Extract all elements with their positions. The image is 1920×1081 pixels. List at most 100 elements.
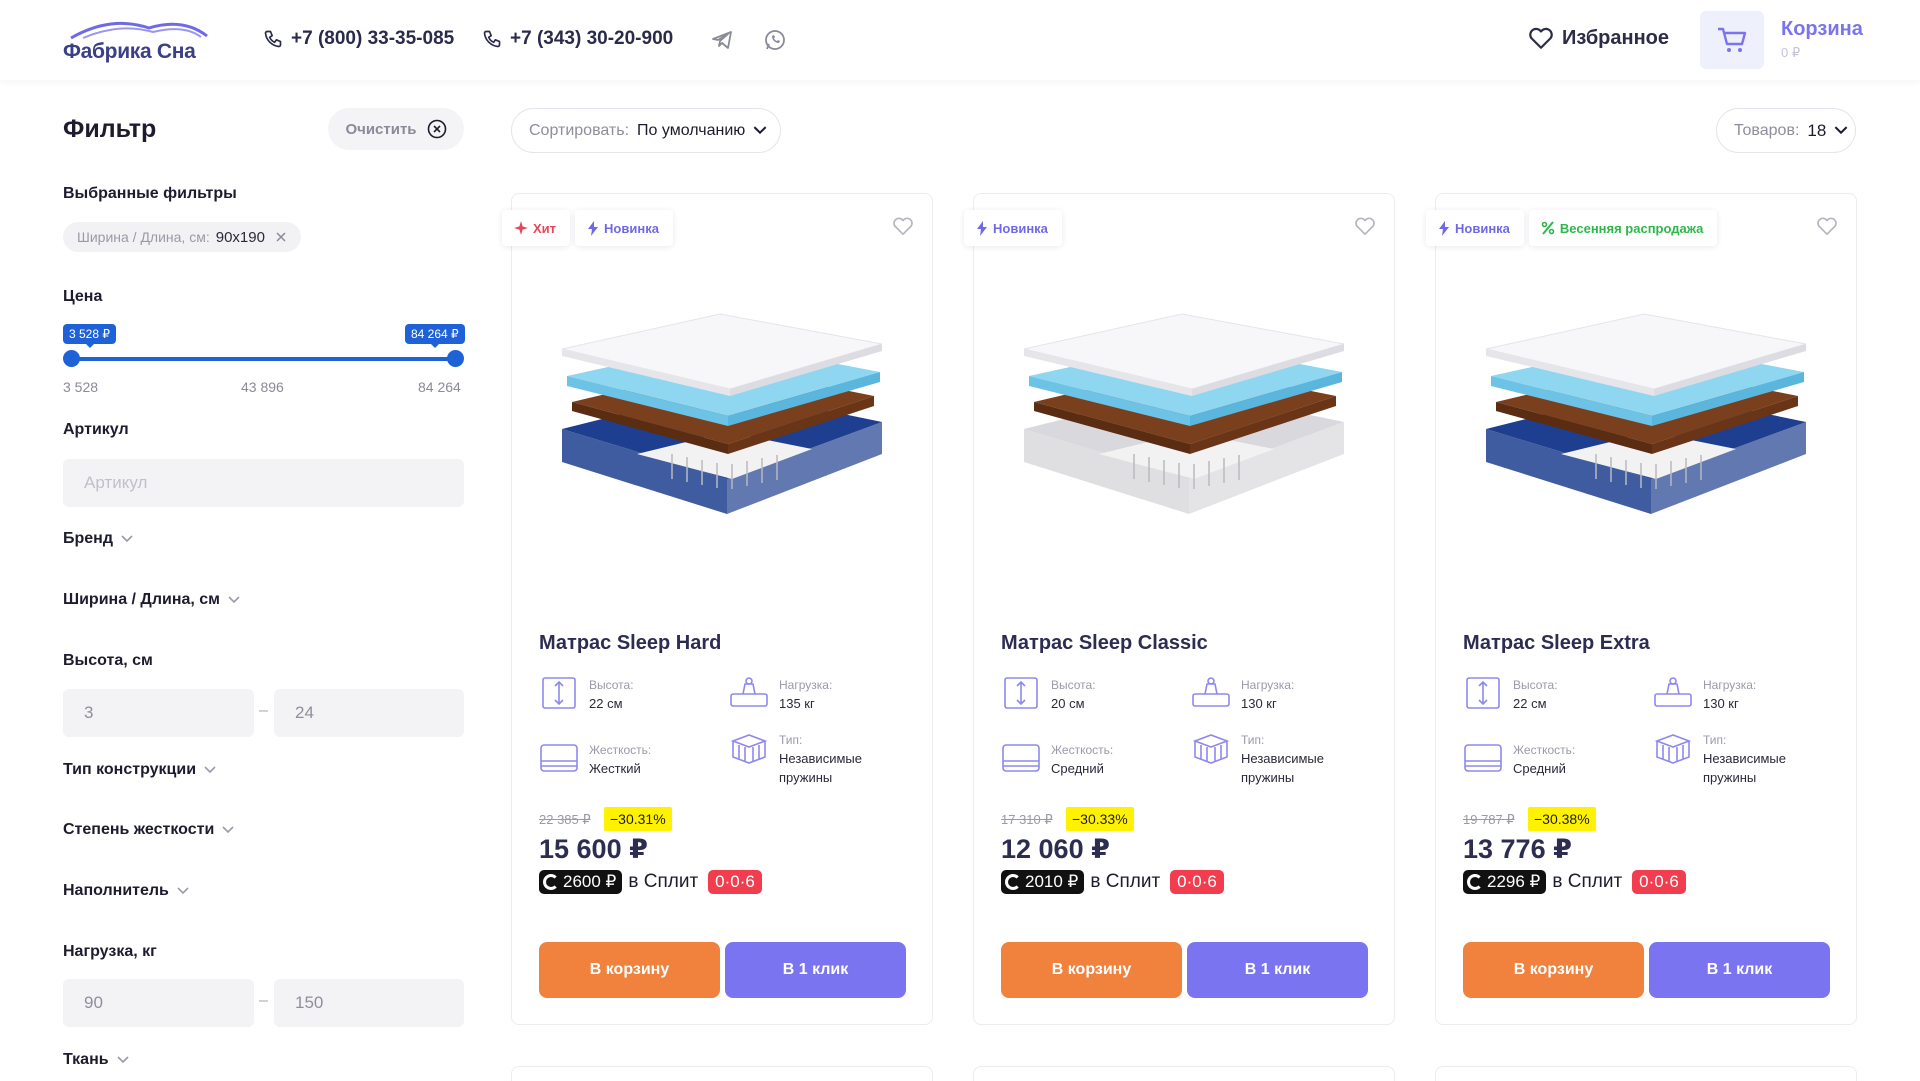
product-card[interactable]: Хит Новинка Матрас Sleep Hard Высота: 22 см Н… (502, 193, 933, 1025)
close-icon[interactable] (275, 231, 287, 243)
clear-filters-button[interactable]: Очистить (328, 108, 464, 150)
range-dash: – (259, 702, 268, 719)
cart-button[interactable] (1700, 11, 1764, 69)
spec-firmness: Жесткость: Средний (1001, 741, 1113, 778)
filler-label: Наполнитель (63, 882, 169, 899)
spec-label: Нагрузка: (779, 678, 833, 692)
spec-label: Жесткость: (1513, 743, 1576, 757)
phone-number-2: +7 (343) 30-20-900 (510, 28, 674, 49)
site-header: Фабрика Сна +7 (800) 33-35-085 +7 (343) … (0, 0, 1920, 80)
spec-value: Независимые пружины (779, 751, 862, 785)
chevron-down-icon (121, 535, 133, 543)
construction-dropdown[interactable]: Тип конструкции (63, 761, 216, 779)
one-click-buy-button[interactable]: В 1 клик (1649, 942, 1830, 998)
heart-icon[interactable] (892, 216, 914, 236)
product-card-next (973, 1066, 1395, 1081)
badge-label: Хит (533, 220, 557, 236)
spec-type: Тип: Независимые пружины (1191, 731, 1361, 787)
product-card-next (511, 1066, 933, 1081)
filler-dropdown[interactable]: Наполнитель (63, 882, 189, 900)
telegram-icon[interactable] (710, 28, 734, 52)
firmness-icon (540, 744, 578, 772)
spec-value: Независимые пружины (1241, 751, 1324, 785)
badge-row: Хит Новинка (502, 210, 673, 246)
badge-new: Новинка (964, 210, 1062, 246)
old-price: 17 310 ₽ (1001, 812, 1053, 827)
phone-link-2[interactable]: +7 (343) 30-20-900 (482, 28, 673, 50)
brand-label: Бренд (63, 530, 113, 547)
article-input[interactable] (63, 459, 464, 507)
sort-dropdown[interactable]: Сортировать: По умолчанию (511, 108, 781, 153)
chevron-down-icon (177, 887, 189, 895)
price-scale-mid: 43 896 (241, 379, 284, 395)
brand-dropdown[interactable]: Бренд (63, 530, 133, 548)
spec-label: Тип: (779, 733, 803, 747)
add-to-cart-button[interactable]: В корзину (1463, 942, 1644, 998)
selected-filter-chip[interactable]: Ширина / Длина, см: 90х190 (63, 222, 301, 252)
product-card[interactable]: Новинка Матрас Sleep Classic Высота: 20 см Н… (964, 193, 1395, 1025)
one-click-buy-button[interactable]: В 1 клик (725, 942, 906, 998)
firmness-icon (1464, 744, 1502, 772)
size-dropdown[interactable]: Ширина / Длина, см (63, 591, 240, 609)
split-payment[interactable]: 2010 ₽ в Сплит 0·0·6 (1001, 870, 1224, 894)
items-per-page-dropdown[interactable]: Товаров: 18 (1716, 108, 1856, 153)
price-scale-max: 84 264 (418, 379, 461, 395)
logo-waves-icon (70, 21, 208, 40)
filter-title: Фильтр (63, 115, 157, 143)
spec-value: 130 кг (1703, 696, 1739, 711)
phone-link-1[interactable]: +7 (800) 33-35-085 (263, 28, 454, 50)
load-from-input[interactable] (63, 979, 254, 1027)
split-code: 0·0·6 (1632, 870, 1686, 894)
load-to-input[interactable] (274, 979, 464, 1027)
split-logo-icon (1005, 874, 1021, 890)
old-price: 19 787 ₽ (1463, 812, 1515, 827)
split-payment[interactable]: 2600 ₽ в Сплит 0·0·6 (539, 870, 762, 894)
height-from-input[interactable] (63, 689, 254, 737)
split-payment[interactable]: 2296 ₽ в Сплит 0·0·6 (1463, 870, 1686, 894)
one-click-buy-button[interactable]: В 1 клик (1187, 942, 1368, 998)
heart-icon[interactable] (1816, 216, 1838, 236)
product-card[interactable]: Новинка Весенняя распродажа Матрас Sleep E… (1426, 193, 1857, 1025)
badge-label: Новинка (993, 220, 1048, 236)
discount-badge: −30.38% (1528, 807, 1596, 831)
spec-value: 22 см (1513, 696, 1547, 711)
price-min-handle[interactable] (63, 350, 80, 367)
badge-hit: Хит (502, 210, 571, 246)
price-max-handle[interactable] (447, 350, 464, 367)
product-name[interactable]: Матрас Sleep Classic (1001, 632, 1208, 655)
mattress-image[interactable] (1466, 304, 1826, 519)
badge-label: Новинка (604, 220, 659, 236)
mattress-image[interactable] (1004, 304, 1364, 519)
cart-label[interactable]: Корзина (1781, 18, 1863, 41)
logo[interactable]: Фабрика Сна (63, 18, 215, 64)
weight-icon (730, 677, 768, 707)
badge-label: Весенняя распродажа (1559, 220, 1704, 236)
split-amount: 2296 ₽ (1487, 872, 1541, 891)
price-scale-min: 3 528 (63, 379, 99, 395)
spec-label: Нагрузка: (1703, 678, 1757, 692)
height-to-input[interactable] (274, 689, 464, 737)
fabric-label: Ткань (63, 1051, 109, 1068)
spec-value: 135 кг (779, 696, 815, 711)
load-label: Нагрузка, кг (63, 943, 157, 961)
fabric-dropdown[interactable]: Ткань (63, 1051, 129, 1069)
whatsapp-icon[interactable] (763, 28, 787, 52)
spec-load: Нагрузка: 130 кг (1653, 676, 1756, 713)
phone-icon (483, 30, 501, 48)
favorites-link[interactable]: Избранное (1528, 26, 1669, 50)
spec-label: Высота: (1051, 678, 1096, 692)
add-to-cart-button[interactable]: В корзину (1001, 942, 1182, 998)
spec-label: Нагрузка: (1241, 678, 1295, 692)
height-icon (542, 677, 576, 709)
mattress-image[interactable] (542, 304, 902, 519)
price-range-track[interactable] (71, 357, 456, 361)
product-name[interactable]: Матрас Sleep Extra (1463, 632, 1650, 655)
article-label: Артикул (63, 421, 129, 439)
firmness-dropdown[interactable]: Степень жесткости (63, 821, 234, 839)
height-label: Высота, см (63, 652, 153, 670)
product-name[interactable]: Матрас Sleep Hard (539, 632, 721, 655)
badge-new: Новинка (1426, 210, 1524, 246)
heart-icon[interactable] (1354, 216, 1376, 236)
add-to-cart-button[interactable]: В корзину (539, 942, 720, 998)
phone-number-1: +7 (800) 33-35-085 (291, 28, 455, 49)
